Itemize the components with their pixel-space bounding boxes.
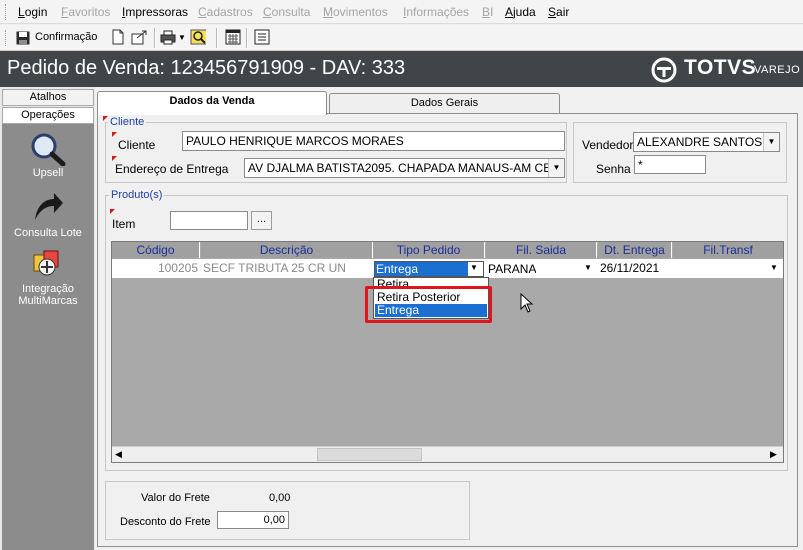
tab-atalhos[interactable]: Atalhos [2,89,94,106]
title-bar: Pedido de Venda: 123456791909 - DAV: 333… [0,51,803,87]
seller-combo[interactable]: ALEXANDRE SANTOS FF ▼ [633,132,780,152]
totvs-logo: TOTVS VAREJO [651,56,800,83]
password-label: Senha [596,162,631,176]
toolbar-separator [216,28,218,48]
menu-bar: Login Favoritos Impressoras Cadastros Co… [0,0,803,24]
chevron-down-icon[interactable]: ▼ [770,263,778,272]
arrow-icon [35,193,63,220]
menu-consulta[interactable]: Consulta [263,5,310,19]
chevron-down-icon[interactable]: ▼ [470,263,478,272]
magnifier-icon [31,133,66,166]
freight-value: 0,00 [269,492,291,504]
menu-movimentos[interactable]: Movimentos [323,5,388,19]
shortcut-label: Upsell [32,167,64,179]
operations-list: Upsell Consulta Lote Integração MultiMar… [2,124,94,550]
column-fil-saida[interactable]: Fil. Saida [486,242,597,258]
toolbar-separator [246,28,248,48]
scroll-thumb[interactable] [317,448,422,461]
shortcut-consulta-lote[interactable]: Consulta Lote [2,192,94,242]
shortcut-label: Consulta Lote [14,227,82,239]
required-marker [112,156,117,161]
grid-horizontal-scrollbar[interactable]: ◀ ▶ [112,446,783,462]
calendar-icon[interactable] [225,29,241,45]
shortcut-integracao-multimarcas[interactable]: Integração MultiMarcas [2,249,94,309]
chevron-down-icon[interactable]: ▼ [584,263,592,272]
new-document-icon[interactable] [110,29,126,45]
fil-saida-value: PARANA [488,262,537,276]
freight-label: Valor do Frete [141,492,210,504]
tipo-pedido-combo[interactable]: Entrega ▼ [374,261,484,277]
totvs-brand-sub: VAREJO [754,64,801,76]
discount-label: Desconto do Frete [120,516,211,528]
toolbar-grip[interactable] [5,30,8,46]
client-label: Cliente [118,138,156,152]
toolbar-separator [154,28,156,48]
required-marker [110,209,115,214]
column-descricao[interactable]: Descrição [201,242,373,258]
item-field[interactable] [170,211,248,230]
save-icon [16,31,30,45]
tipo-pedido-value: Entrega [375,262,468,276]
highlight-box [365,286,492,323]
required-marker [112,132,117,137]
menu-grip[interactable] [5,4,8,20]
confirm-button[interactable]: Confirmação [14,28,100,48]
client-field[interactable]: PAULO HENRIQUE MARCOS MORAES [182,131,565,151]
shortcut-label: Integração MultiMarcas [18,283,78,307]
address-value: AV DJALMA BATISTA2095. CHAPADA MANAUS-AM… [248,161,565,175]
chevron-down-icon[interactable]: ▼ [763,133,779,151]
left-panel: Atalhos Operações Upsell Consulta Lote I… [0,87,95,550]
form-icon[interactable] [254,29,270,45]
mouse-cursor-icon [520,293,534,313]
seller-value: ALEXANDRE SANTOS FF [637,135,780,149]
tab-operacoes[interactable]: Operações [2,107,94,124]
cliente-group-title: Cliente [108,116,147,128]
menu-cadastros[interactable]: Cadastros [198,5,253,19]
required-marker [103,116,108,121]
shortcut-upsell[interactable]: Upsell [2,132,94,182]
column-codigo[interactable]: Código [112,242,200,258]
print-icon[interactable] [160,29,176,45]
toolbar: Confirmação ▼ [0,25,803,51]
menu-impressoras[interactable]: Impressoras [122,5,188,19]
chevron-down-icon[interactable]: ▼ [548,159,564,177]
column-tipo-pedido[interactable]: Tipo Pedido [373,242,485,258]
address-combo[interactable]: AV DJALMA BATISTA2095. CHAPADA MANAUS-AM… [244,158,565,178]
export-icon[interactable] [131,29,147,45]
menu-bi[interactable]: BI [482,5,493,19]
item-label: Item [112,217,136,231]
produtos-group-title: Produto(s) [109,189,165,201]
print-dropdown-icon[interactable]: ▼ [178,33,186,42]
column-fil-transf[interactable]: Fil.Transf [673,242,783,258]
item-browse-button[interactable]: ... [251,211,272,230]
fil-transf-combo[interactable]: ▼ [673,261,783,277]
scroll-right-icon[interactable]: ▶ [770,449,777,460]
page-title: Pedido de Venda: 123456791909 - DAV: 333 [7,57,406,79]
seller-label: Vendedor [582,138,634,152]
menu-sair[interactable]: Sair [548,5,569,19]
tab-dados-gerais[interactable]: Dados Gerais [329,93,560,114]
confirm-button-label: Confirmação [35,31,98,43]
tab-dados-venda[interactable]: Dados da Venda [97,91,327,115]
cell-codigo: 100205 [157,261,198,275]
column-dt-entrega[interactable]: Dt. Entrega [598,242,672,258]
menu-login[interactable]: Login [18,5,47,19]
fil-saida-combo[interactable]: PARANA ▼ [486,261,597,277]
discount-field[interactable]: 0,00 [217,511,289,529]
integration-icon [33,250,59,276]
password-field[interactable]: * [634,155,706,174]
scroll-left-icon[interactable]: ◀ [115,449,122,460]
cell-dt-entrega[interactable]: 26/11/2021 [600,260,671,277]
totvs-logo-icon [651,57,677,83]
totvs-brand: TOTVS [684,56,757,79]
menu-favoritos[interactable]: Favoritos [61,5,110,19]
cell-descricao: SECF TRIBUTA 25 CR UN [203,261,346,275]
address-label: Endereço de Entrega [115,162,229,176]
menu-ajuda[interactable]: Ajuda [505,5,536,19]
menu-informacoes[interactable]: Informações [403,5,469,19]
search-icon[interactable] [190,29,206,45]
